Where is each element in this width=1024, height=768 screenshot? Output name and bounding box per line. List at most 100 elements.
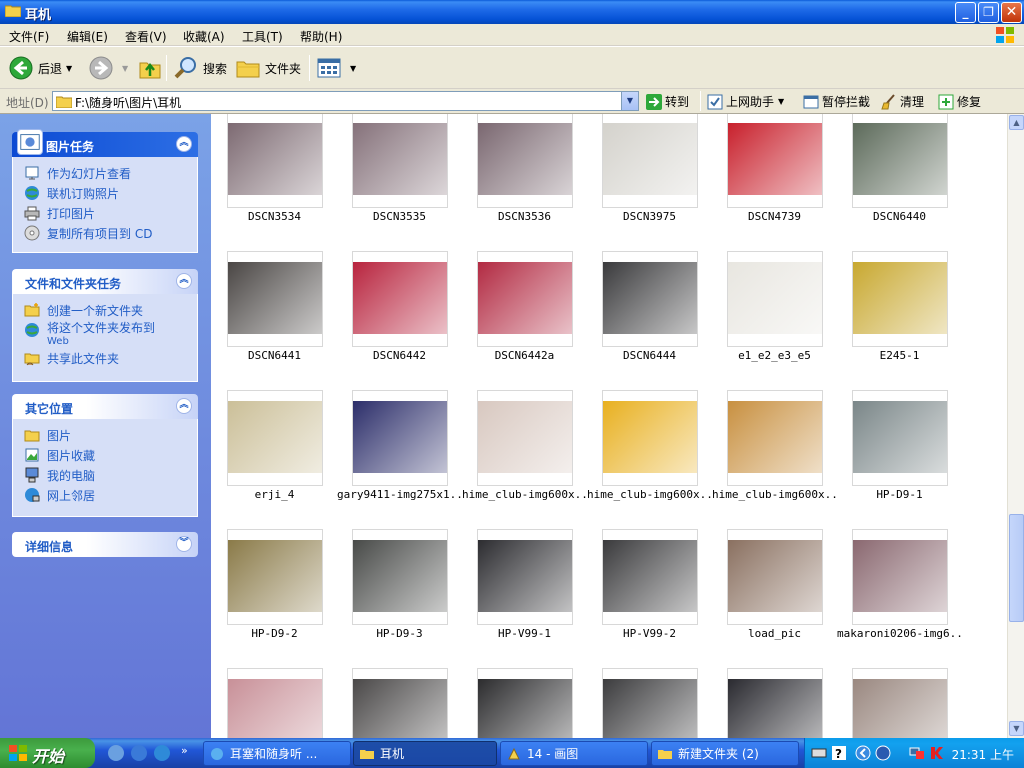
print-pictures-link[interactable]: 打印图片 bbox=[24, 205, 197, 225]
details-header[interactable]: 详细信息 ︾ bbox=[12, 532, 198, 557]
thumbnail[interactable] bbox=[477, 251, 573, 347]
menu-file[interactable]: 文件(F) bbox=[9, 28, 49, 45]
thumbnail[interactable] bbox=[602, 529, 698, 625]
thumbnail[interactable] bbox=[352, 668, 448, 738]
thumbnail[interactable] bbox=[852, 668, 948, 738]
repair-button[interactable]: 修复 bbox=[938, 93, 981, 110]
thumbnail[interactable] bbox=[852, 529, 948, 625]
slideshow-link[interactable]: 作为幻灯片查看 bbox=[24, 165, 197, 185]
address-dropdown-button[interactable]: ▼ bbox=[621, 92, 638, 110]
thumbnail[interactable] bbox=[227, 390, 323, 486]
task-earbuds[interactable]: 耳塞和随身听 ... bbox=[203, 741, 351, 766]
vertical-scrollbar[interactable]: ▲ ▼ bbox=[1007, 114, 1024, 738]
file-name-label[interactable]: HP-D9-2 bbox=[212, 627, 337, 640]
file-name-label[interactable]: load_pic bbox=[712, 627, 837, 640]
file-name-label[interactable]: e1_e2_e3_e5 bbox=[712, 349, 837, 362]
monitor-tray-icon[interactable] bbox=[909, 745, 925, 761]
collapse-tray-icon[interactable] bbox=[855, 745, 871, 761]
thumbnail[interactable] bbox=[227, 529, 323, 625]
quicklaunch-ie-icon[interactable] bbox=[154, 745, 170, 761]
views-button[interactable]: ▼ bbox=[316, 53, 356, 83]
menu-favorites[interactable]: 收藏(A) bbox=[183, 28, 225, 45]
thumbnail[interactable] bbox=[227, 668, 323, 738]
place-pictures-link[interactable]: 图片 bbox=[24, 427, 197, 447]
publish-web-link[interactable]: 将这个文件夹发布到 Web bbox=[24, 322, 197, 350]
back-button[interactable]: 后退 ▼ bbox=[8, 53, 72, 83]
file-name-label[interactable]: DSCN6442 bbox=[337, 349, 462, 362]
keyboard-icon[interactable] bbox=[811, 745, 827, 761]
thumbnail[interactable] bbox=[727, 390, 823, 486]
file-name-label[interactable]: hime_club-img600x... bbox=[462, 488, 587, 501]
copy-to-cd-link[interactable]: 复制所有项目到 CD bbox=[24, 225, 197, 245]
new-folder-link[interactable]: 创建一个新文件夹 bbox=[24, 302, 197, 322]
file-name-label[interactable]: hime_club-img600x... bbox=[712, 488, 837, 501]
file-name-label[interactable]: DSCN6441 bbox=[212, 349, 337, 362]
thumbnail[interactable] bbox=[727, 668, 823, 738]
order-prints-link[interactable]: 联机订购照片 bbox=[24, 185, 197, 205]
task-headphones-folder[interactable]: 耳机 bbox=[353, 741, 497, 766]
thumbnail[interactable] bbox=[602, 668, 698, 738]
picture-tasks-header[interactable]: 图片任务 ︽ bbox=[12, 129, 198, 157]
thumbnail[interactable] bbox=[727, 251, 823, 347]
place-my-computer-link[interactable]: 我的电脑 bbox=[24, 467, 197, 487]
menu-edit[interactable]: 编辑(E) bbox=[67, 28, 108, 45]
search-button[interactable]: 搜索 bbox=[173, 53, 227, 83]
other-places-header[interactable]: 其它位置 ︽ bbox=[12, 394, 198, 419]
file-name-label[interactable]: gary9411-img275x1... bbox=[337, 488, 462, 501]
file-name-label[interactable]: HP-V99-1 bbox=[462, 627, 587, 640]
task-paint[interactable]: 14 - 画图 bbox=[500, 741, 648, 766]
file-name-label[interactable]: DSCN6440 bbox=[837, 210, 962, 223]
go-button[interactable]: 转到 bbox=[646, 93, 689, 110]
thumbnail[interactable] bbox=[352, 251, 448, 347]
file-name-label[interactable]: E245-1 bbox=[837, 349, 962, 362]
clean-button[interactable]: 清理 bbox=[881, 93, 924, 110]
thumbnail[interactable] bbox=[727, 114, 823, 208]
address-input[interactable]: F:\随身听\图片\耳机 ▼ bbox=[52, 91, 639, 111]
file-name-label[interactable]: erji_4 bbox=[212, 488, 337, 501]
maximize-button[interactable]: ❐ bbox=[978, 2, 999, 23]
thumbnail[interactable] bbox=[352, 390, 448, 486]
thumbnail[interactable] bbox=[852, 390, 948, 486]
share-folder-link[interactable]: 共享此文件夹 bbox=[24, 350, 197, 370]
file-name-label[interactable]: DSCN4739 bbox=[712, 210, 837, 223]
file-name-label[interactable]: DSCN6444 bbox=[587, 349, 712, 362]
collapse-chevron-icon[interactable]: ︽ bbox=[176, 136, 192, 152]
thumbnail[interactable] bbox=[477, 390, 573, 486]
file-name-label[interactable]: DSCN3975 bbox=[587, 210, 712, 223]
file-name-label[interactable]: DSCN3535 bbox=[337, 210, 462, 223]
thumbnail[interactable] bbox=[352, 114, 448, 208]
thumbnail[interactable] bbox=[602, 251, 698, 347]
task-new-folder[interactable]: 新建文件夹 (2) bbox=[651, 741, 799, 766]
file-name-label[interactable]: DSCN3534 bbox=[212, 210, 337, 223]
scroll-up-button[interactable]: ▲ bbox=[1009, 115, 1024, 130]
file-name-label[interactable]: makaroni0206-img6... bbox=[837, 627, 962, 640]
start-button[interactable]: 开始 bbox=[0, 738, 95, 768]
file-tasks-header[interactable]: 文件和文件夹任务 ︽ bbox=[12, 269, 198, 294]
thumbnail[interactable] bbox=[602, 114, 698, 208]
up-folder-button[interactable] bbox=[137, 53, 167, 83]
minimize-button[interactable]: _ bbox=[955, 2, 976, 23]
folders-button[interactable]: 文件夹 bbox=[235, 53, 301, 83]
thumbnail[interactable] bbox=[852, 251, 948, 347]
thumbnail[interactable] bbox=[852, 114, 948, 208]
web-assistant-button[interactable]: 上网助手 ▼ bbox=[707, 93, 784, 110]
place-network-link[interactable]: 网上邻居 bbox=[24, 487, 197, 507]
menu-tools[interactable]: 工具(T) bbox=[242, 28, 283, 45]
antivirus-tray-icon[interactable] bbox=[929, 745, 945, 761]
scroll-down-button[interactable]: ▼ bbox=[1009, 721, 1024, 736]
expand-chevron-icon[interactable]: ︾ bbox=[176, 536, 192, 552]
file-name-label[interactable]: HP-D9-1 bbox=[837, 488, 962, 501]
file-name-label[interactable]: DSCN6442a bbox=[462, 349, 587, 362]
thumbnail[interactable] bbox=[477, 668, 573, 738]
file-name-label[interactable]: HP-V99-2 bbox=[587, 627, 712, 640]
collapse-chevron-icon[interactable]: ︽ bbox=[176, 273, 192, 289]
quicklaunch-info-icon[interactable] bbox=[131, 745, 147, 761]
thumbnail[interactable] bbox=[227, 114, 323, 208]
quicklaunch-desktop-icon[interactable] bbox=[108, 745, 124, 761]
help-icon[interactable]: ? bbox=[831, 745, 847, 761]
file-name-label[interactable]: hime_club-img600x... bbox=[587, 488, 712, 501]
network-tray-icon[interactable] bbox=[875, 745, 891, 761]
thumbnail[interactable] bbox=[477, 114, 573, 208]
file-name-label[interactable]: DSCN3536 bbox=[462, 210, 587, 223]
menu-help[interactable]: 帮助(H) bbox=[300, 28, 342, 45]
